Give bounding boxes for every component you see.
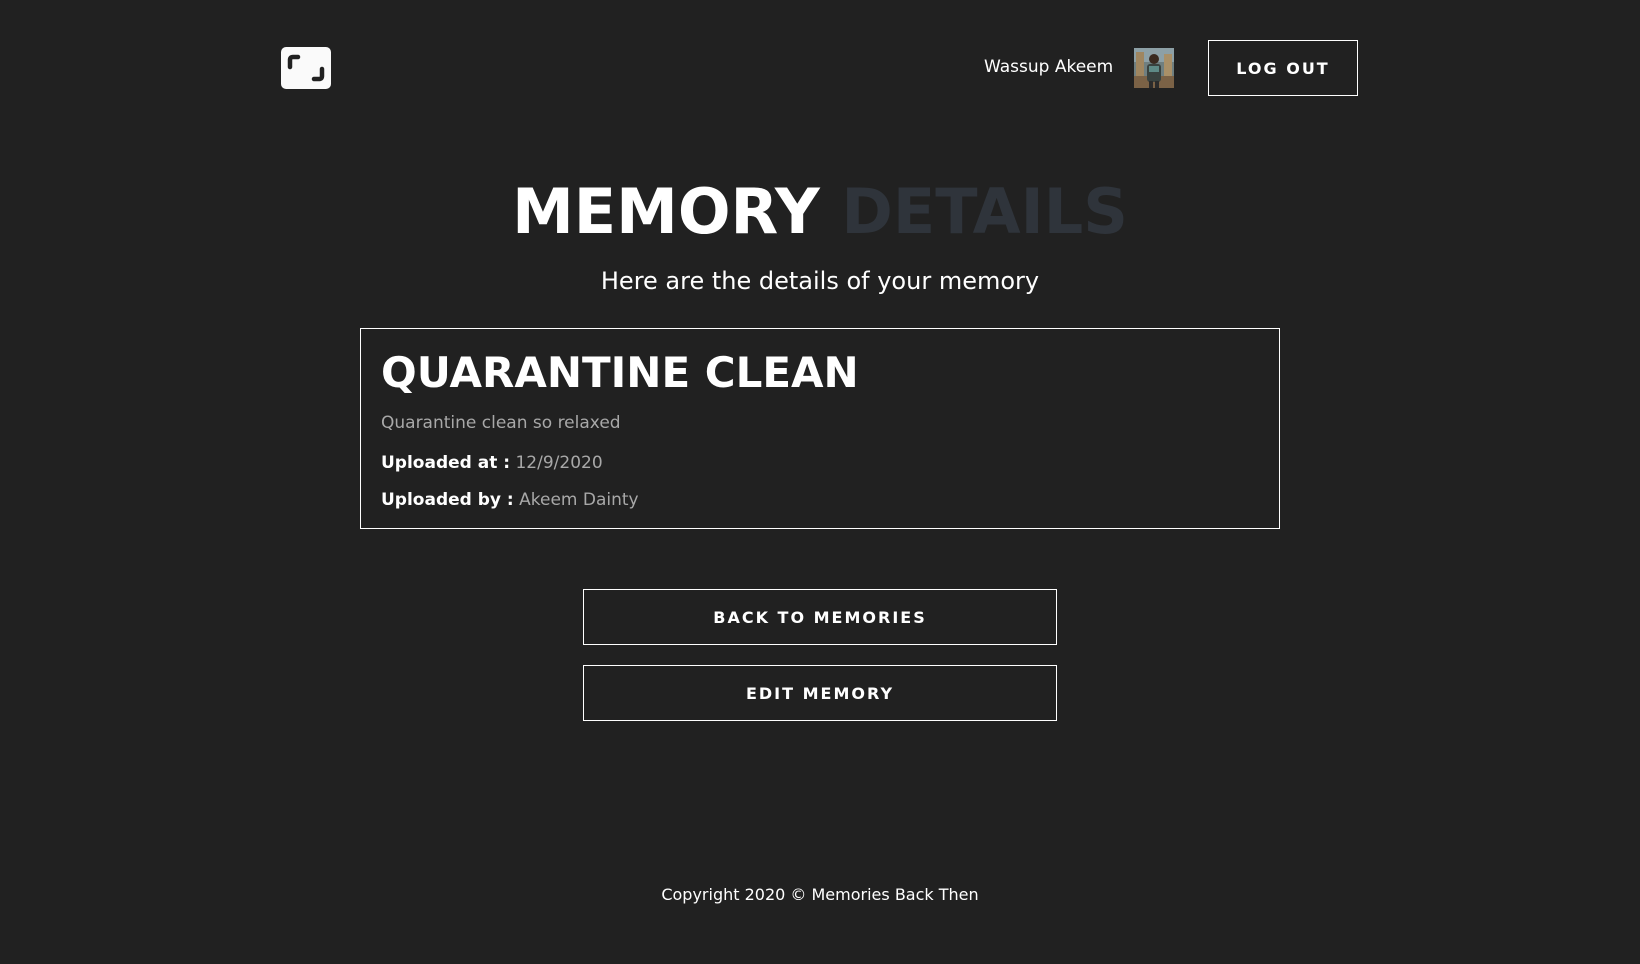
memory-description: Quarantine clean so relaxed	[381, 413, 621, 433]
site-header: Wassup Akeem LOG OUT	[0, 0, 1640, 136]
user-greeting: Wassup Akeem	[984, 57, 1114, 77]
avatar[interactable]	[1134, 48, 1174, 88]
bracket-frame-icon	[287, 54, 325, 82]
uploaded-by-label: Uploaded by :	[381, 490, 514, 510]
uploaded-at-row: Uploaded at : 12/9/2020	[381, 451, 603, 475]
memory-title: QUARANTINE CLEAN	[381, 348, 859, 397]
page-title: MEMORY DETAILS	[0, 172, 1640, 252]
memory-details-card: QUARANTINE CLEAN Quarantine clean so rel…	[360, 328, 1280, 529]
page-title-secondary: DETAILS	[841, 175, 1128, 248]
page-subtitle: Here are the details of your memory	[600, 267, 1040, 295]
uploaded-by-value: Akeem Dainty	[519, 490, 639, 510]
logout-button[interactable]: LOG OUT	[1208, 40, 1358, 96]
logo-home-link[interactable]	[281, 47, 331, 89]
edit-memory-button[interactable]: EDIT MEMORY	[583, 665, 1057, 721]
uploaded-at-label: Uploaded at :	[381, 453, 511, 473]
uploaded-at-value: 12/9/2020	[515, 453, 603, 473]
back-to-memories-button[interactable]: BACK TO MEMORIES	[583, 589, 1057, 645]
uploaded-by-row: Uploaded by : Akeem Dainty	[381, 488, 639, 512]
page-title-primary: MEMORY	[512, 175, 820, 248]
copyright-footer: Copyright 2020 © Memories Back Then	[661, 885, 979, 904]
user-photo	[1134, 48, 1174, 88]
